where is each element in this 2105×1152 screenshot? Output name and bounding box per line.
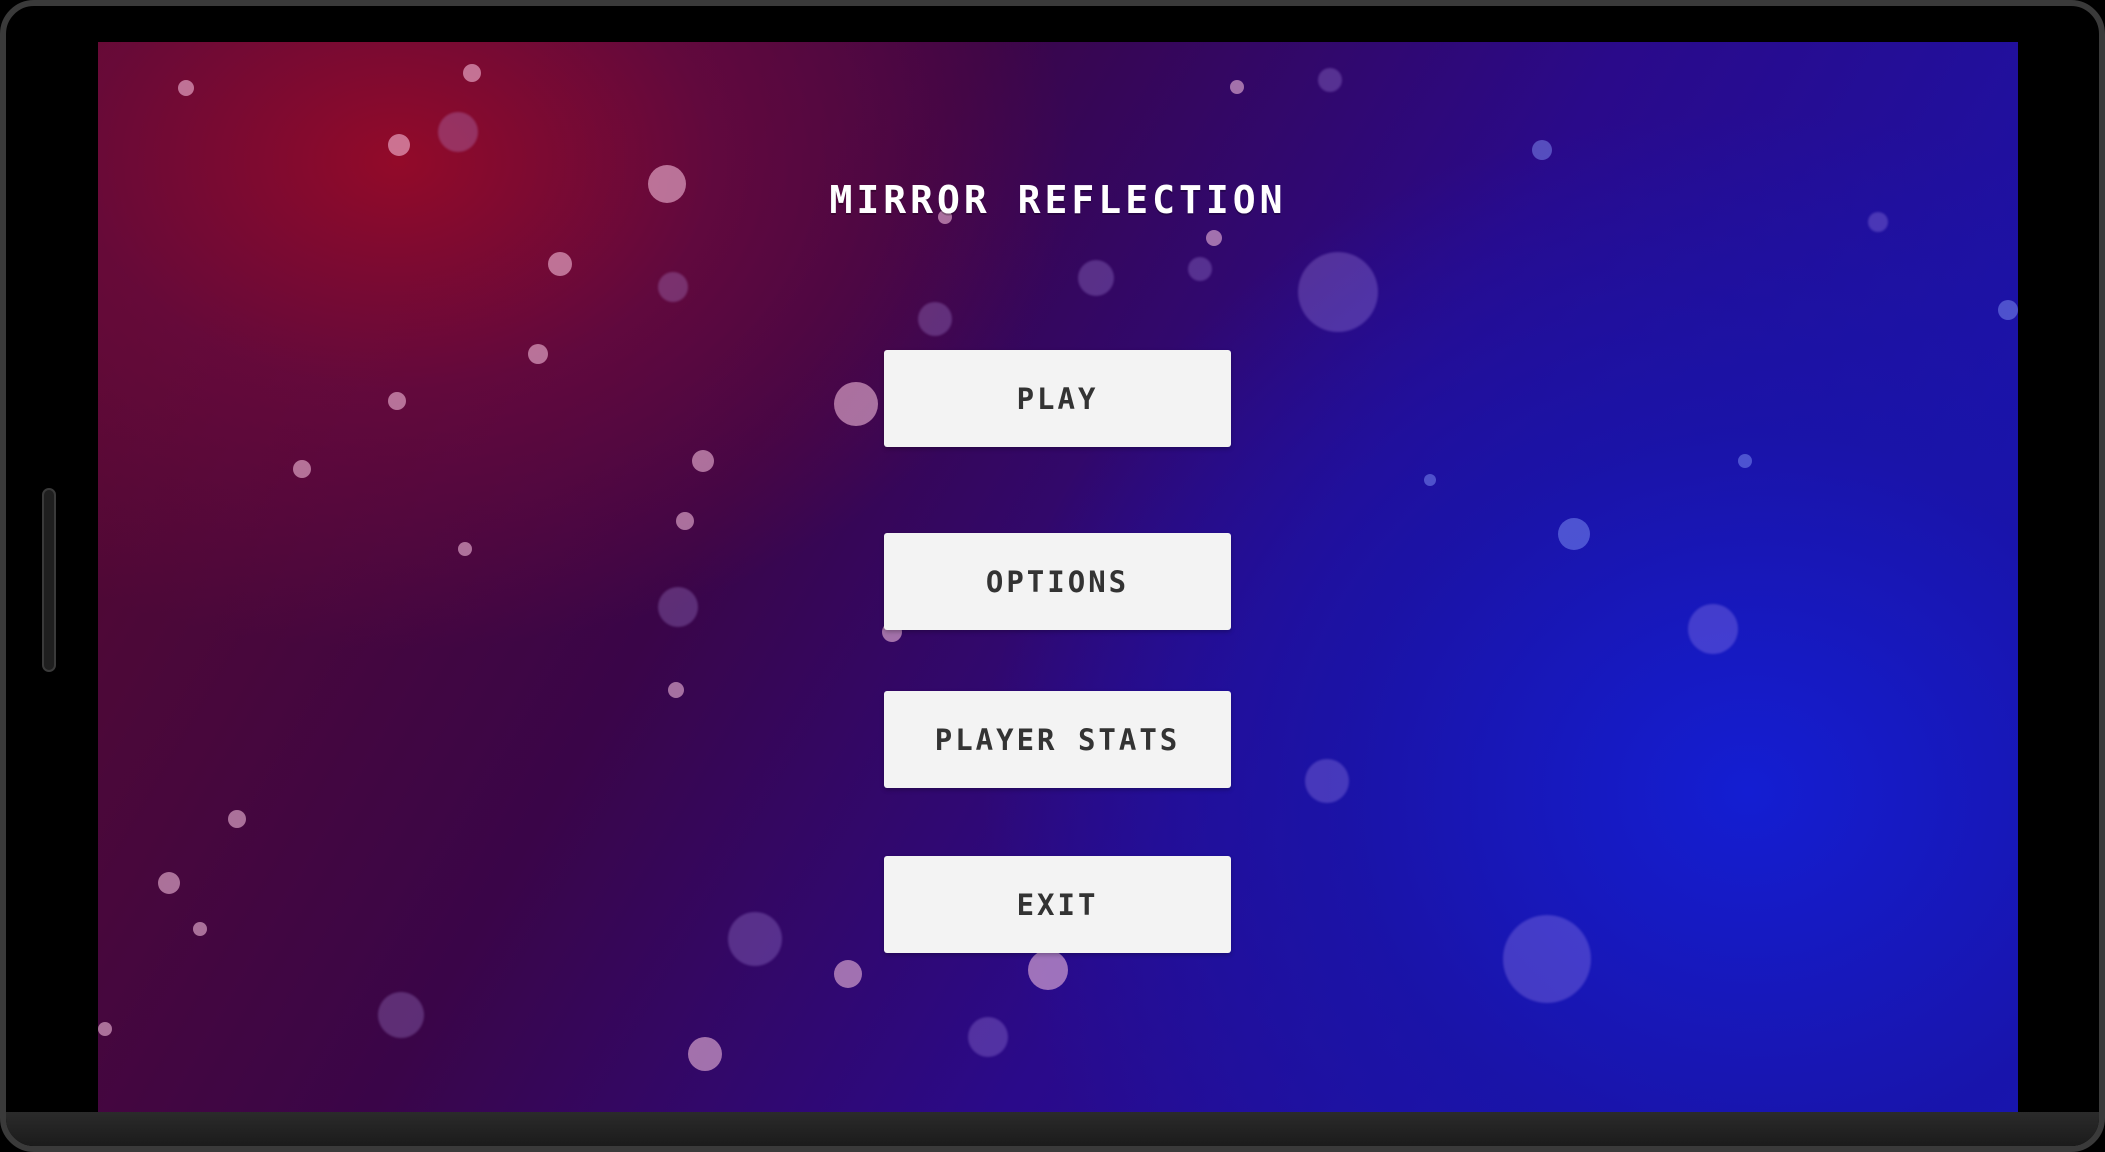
particle (1188, 257, 1212, 281)
particle (1532, 140, 1552, 160)
particle (688, 1037, 722, 1071)
particle (728, 912, 782, 966)
device-side-button (42, 488, 56, 672)
particle (388, 134, 410, 156)
particle (378, 992, 424, 1038)
particle (1318, 68, 1342, 92)
particle (178, 80, 194, 96)
particle (1503, 915, 1591, 1003)
device-bottom-bezel (6, 1112, 2099, 1146)
particle (668, 682, 684, 698)
particle (918, 302, 952, 336)
particle (1206, 230, 1222, 246)
particle (438, 112, 478, 152)
particle (834, 960, 862, 988)
particle (193, 922, 207, 936)
exit-button[interactable]: EXIT (884, 856, 1231, 953)
particle (1738, 454, 1752, 468)
particle (528, 344, 548, 364)
particle (1298, 252, 1378, 332)
particle (968, 1017, 1008, 1057)
play-button[interactable]: PLAY (884, 350, 1231, 447)
particle (834, 382, 878, 426)
device-frame: MIRROR REFLECTION PLAY OPTIONS PLAYER ST… (0, 0, 2105, 1152)
particle (1424, 474, 1436, 486)
particle (548, 252, 572, 276)
particle (458, 542, 472, 556)
particle (692, 450, 714, 472)
particle (293, 460, 311, 478)
game-title: MIRROR REFLECTION (829, 178, 1287, 222)
particle (658, 587, 698, 627)
particle (463, 64, 481, 82)
particle (1998, 300, 2018, 320)
particle (228, 810, 246, 828)
particle (1305, 759, 1349, 803)
particle (98, 1022, 112, 1036)
particle (1028, 950, 1068, 990)
particle (158, 872, 180, 894)
particle (388, 392, 406, 410)
particle (1688, 604, 1738, 654)
particle (676, 512, 694, 530)
particle (1078, 260, 1114, 296)
particle (1558, 518, 1590, 550)
player-stats-button[interactable]: PLAYER STATS (884, 691, 1231, 788)
game-screen: MIRROR REFLECTION PLAY OPTIONS PLAYER ST… (98, 42, 2018, 1122)
particle (1230, 80, 1244, 94)
options-button[interactable]: OPTIONS (884, 533, 1231, 630)
particle (658, 272, 688, 302)
